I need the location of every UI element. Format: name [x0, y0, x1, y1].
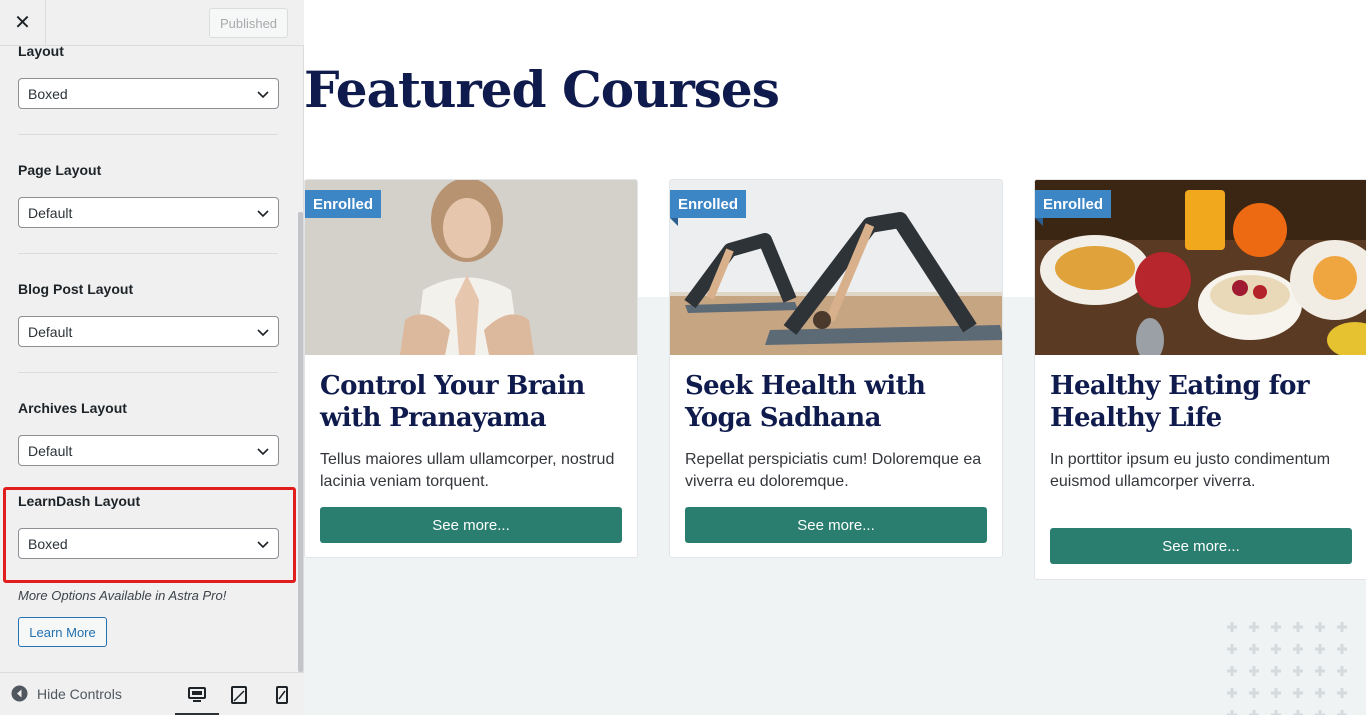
- divider: [18, 253, 278, 254]
- blog-post-layout-select-value: Default: [28, 323, 73, 340]
- desktop-preview-icon[interactable]: [187, 685, 207, 705]
- section-title: Featured Courses: [304, 60, 780, 119]
- sidebar-header: ✕ Published: [0, 0, 304, 46]
- mobile-preview-icon[interactable]: [272, 685, 292, 705]
- arrow-left-circle-icon: [11, 685, 28, 702]
- hide-controls-label: Hide Controls: [37, 685, 122, 702]
- learn-more-button[interactable]: Learn More: [18, 617, 107, 647]
- customizer-sidebar: ✕ Published Layout Boxed Page Layout Def…: [0, 0, 304, 715]
- course-excerpt: In porttitor ipsum eu justo condimentum …: [1050, 451, 1331, 490]
- hide-controls-button[interactable]: Hide Controls: [11, 685, 122, 702]
- learndash-layout-label: LearnDash Layout: [18, 493, 141, 509]
- tablet-preview-icon[interactable]: [229, 685, 249, 705]
- divider: [18, 134, 278, 135]
- sidebar-controls: Layout Boxed Page Layout Default Blog Po…: [0, 46, 304, 672]
- chevron-down-icon: [257, 91, 269, 99]
- blog-post-layout-select[interactable]: Default: [18, 316, 279, 347]
- badge-fold: [670, 218, 678, 226]
- learndash-layout-select[interactable]: Boxed: [18, 528, 279, 559]
- learndash-layout-select-value: Boxed: [28, 535, 68, 552]
- site-preview: Featured Courses Enrolled Control Your B…: [304, 0, 1366, 715]
- page-layout-select-value: Default: [28, 204, 73, 221]
- course-card[interactable]: Enrolled Seek Health with Yoga Sadhana R…: [669, 179, 1003, 558]
- chevron-down-icon: [257, 329, 269, 337]
- course-excerpt: Tellus maiores ullam ullamcorper, nostru…: [320, 451, 615, 490]
- publish-button[interactable]: Published: [209, 8, 288, 38]
- layout-label: Layout: [18, 46, 64, 59]
- more-options-text: More Options Available in Astra Pro!: [18, 588, 227, 603]
- course-excerpt: Repellat perspiciatis cum! Doloremque ea…: [685, 451, 982, 490]
- see-more-button[interactable]: See more...: [320, 507, 622, 543]
- archives-layout-select[interactable]: Default: [18, 435, 279, 466]
- divider: [18, 372, 278, 373]
- sidebar-footer: Hide Controls: [0, 672, 304, 715]
- page-layout-select[interactable]: Default: [18, 197, 279, 228]
- see-more-button[interactable]: See more...: [1050, 528, 1352, 564]
- archives-layout-label: Archives Layout: [18, 400, 127, 416]
- sidebar-scrollbar[interactable]: [298, 212, 303, 672]
- course-card[interactable]: Enrolled Healthy Eating for Healthy Life…: [1034, 179, 1366, 580]
- chevron-down-icon: [257, 541, 269, 549]
- archives-layout-select-value: Default: [28, 442, 73, 459]
- see-more-button[interactable]: See more...: [685, 507, 987, 543]
- page-layout-label: Page Layout: [18, 162, 102, 178]
- course-title[interactable]: Healthy Eating for Healthy Life: [1050, 370, 1355, 434]
- chevron-down-icon: [257, 448, 269, 456]
- close-icon: ✕: [14, 12, 31, 34]
- course-card[interactable]: Enrolled Control Your Brain with Pranaya…: [304, 179, 638, 558]
- course-title[interactable]: Seek Health with Yoga Sadhana: [685, 370, 990, 434]
- enrolled-badge: Enrolled: [1035, 190, 1112, 218]
- chevron-down-icon: [257, 210, 269, 218]
- badge-fold: [1035, 218, 1043, 226]
- layout-select[interactable]: Boxed: [18, 78, 279, 109]
- enrolled-badge: Enrolled: [670, 190, 747, 218]
- decorative-cross-pattern: [1227, 622, 1347, 715]
- enrolled-badge: Enrolled: [305, 190, 382, 218]
- course-title[interactable]: Control Your Brain with Pranayama: [320, 370, 625, 434]
- layout-select-value: Boxed: [28, 85, 68, 102]
- close-customizer-button[interactable]: ✕: [0, 0, 46, 45]
- blog-post-layout-label: Blog Post Layout: [18, 281, 134, 297]
